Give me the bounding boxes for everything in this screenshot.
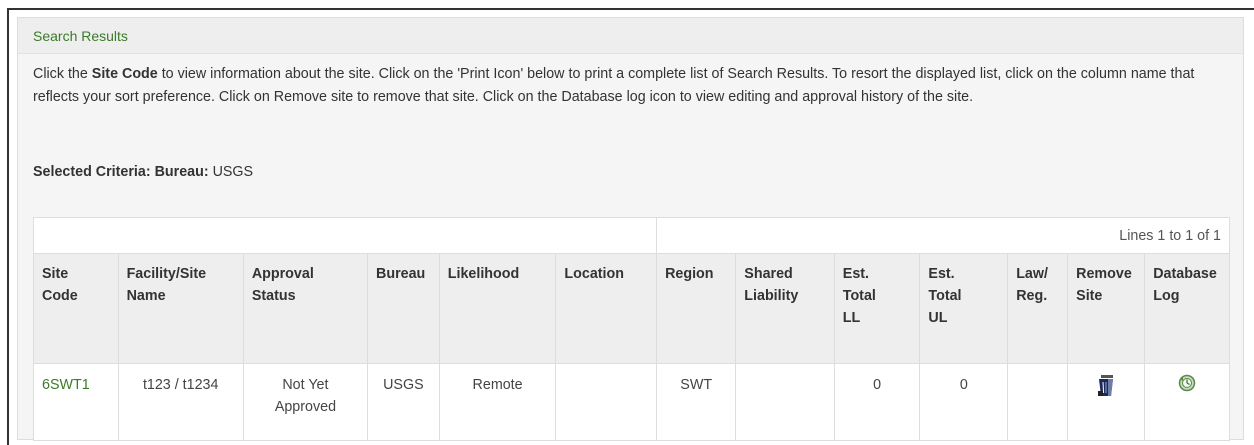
cell-site-code: 6SWT1 xyxy=(33,363,119,441)
panel-title: Search Results xyxy=(33,28,128,44)
col-header-database-log: Database Log xyxy=(1144,253,1230,364)
intro-part-2: to view information about the site. Clic… xyxy=(33,66,1195,105)
panel-heading: Search Results xyxy=(18,18,1243,54)
selected-criteria: Selected Criteria: Bureau: USGS xyxy=(33,164,253,180)
col-header-shared-liability[interactable]: Shared Liability xyxy=(735,253,835,364)
criteria-value: USGS xyxy=(208,164,254,180)
site-code-link[interactable]: 6SWT1 xyxy=(42,377,90,393)
cell-est-total-ul: 0 xyxy=(919,363,1009,441)
col-header-est-total-ul[interactable]: Est. Total UL xyxy=(919,253,1009,364)
col-header-remove-site: Remove Site xyxy=(1067,253,1146,364)
search-results-panel: Search Results Click the Site Code to vi… xyxy=(17,17,1244,441)
col-header-location[interactable]: Location xyxy=(555,253,658,364)
col-header-est-total-ll[interactable]: Est. Total LL xyxy=(833,253,921,364)
table-row: 6SWT1 t123 / t1234 Not Yet Approved USGS … xyxy=(33,363,1230,441)
intro-site-code-bold: Site Code xyxy=(91,66,158,82)
cell-database-log xyxy=(1144,363,1230,441)
trash-bin-icon[interactable] xyxy=(1096,374,1116,405)
cell-est-total-ll: 0 xyxy=(833,363,921,441)
cell-law-reg xyxy=(1007,363,1069,441)
intro-part-1: Click the xyxy=(33,66,92,82)
cell-facility-name: t123 / t1234 xyxy=(117,363,244,441)
cell-likelihood: Remote xyxy=(438,363,557,441)
pagination-spacer xyxy=(32,217,658,254)
col-header-region[interactable]: Region xyxy=(656,253,737,364)
pagination-row: Lines 1 to 1 of 1 xyxy=(32,217,1230,254)
results-table: Lines 1 to 1 of 1 Site Code Facility/Site… xyxy=(32,217,1230,441)
cell-bureau: USGS xyxy=(367,363,440,441)
cell-location xyxy=(555,363,658,441)
cell-approval-status: Not Yet Approved xyxy=(242,363,369,441)
database-log-icon[interactable] xyxy=(1178,374,1196,399)
lines-count: Lines 1 to 1 of 1 xyxy=(656,217,1230,254)
cell-region: SWT xyxy=(656,363,737,441)
col-header-site-code[interactable]: Site Code xyxy=(33,253,119,364)
col-header-facility-name[interactable]: Facility/Site Name xyxy=(117,253,244,364)
col-header-approval-status[interactable]: Approval Status xyxy=(242,253,369,364)
header-row: Site Code Facility/Site Name Approval Statu… xyxy=(33,253,1230,364)
col-header-likelihood[interactable]: Likelihood xyxy=(438,253,557,364)
col-header-bureau[interactable]: Bureau xyxy=(367,253,440,364)
criteria-label: Selected Criteria: Bureau: xyxy=(33,164,209,180)
cell-shared-liability xyxy=(735,363,835,441)
col-header-law-reg[interactable]: Law/Reg. xyxy=(1007,253,1069,364)
instructions-text: Click the Site Code to view information … xyxy=(33,63,1233,109)
cell-remove-site xyxy=(1067,363,1146,441)
